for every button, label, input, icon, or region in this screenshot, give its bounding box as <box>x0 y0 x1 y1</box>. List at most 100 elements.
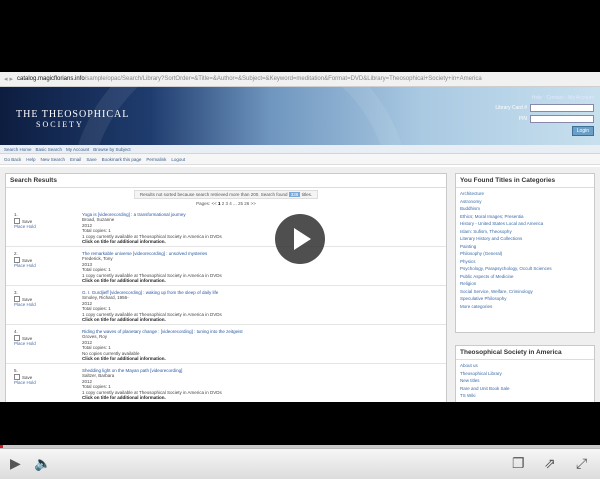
tab-basic-search[interactable]: Basic Search <box>36 147 63 152</box>
place-hold-link[interactable]: Place Hold <box>14 380 36 385</box>
results-notice: Results not sorted because search retrie… <box>134 190 318 199</box>
place-hold-link[interactable]: Place Hold <box>14 341 36 346</box>
category-link[interactable]: Philosophy (General) <box>460 250 590 258</box>
record-more: Click on title for additional informatio… <box>82 317 166 323</box>
save-label: Save <box>22 296 33 302</box>
category-link[interactable]: Psychology, Parapsychology, Occult Scien… <box>460 265 590 273</box>
help-link[interactable]: Help <box>26 157 35 162</box>
table-row: 2. Save Place Hold The remarkable univer… <box>6 247 446 286</box>
place-hold-link[interactable]: Place Hold <box>14 302 36 307</box>
fullscreen-icon[interactable]: ⤢ <box>576 455 587 471</box>
save-label: Save <box>22 374 33 380</box>
category-link[interactable]: Social Service, Welfare, Criminology <box>460 288 590 296</box>
pager-pages[interactable]: 2 3 4 ... 25 26 <box>222 201 250 206</box>
pager-next[interactable]: >> <box>251 201 256 206</box>
category-link[interactable]: Painting <box>460 243 590 251</box>
save-label: Save <box>22 218 33 224</box>
category-link[interactable]: Islam: Sufism, Theosophy <box>460 228 590 236</box>
place-hold-link[interactable]: Place Hold <box>14 263 36 268</box>
society-panel: Theosophical Society in America About us… <box>455 345 595 402</box>
categories-panel: You Found Titles in Categories Architect… <box>455 173 595 333</box>
category-link[interactable]: Literary History and Collections <box>460 235 590 243</box>
table-row: 3. Save Place Hold G. I. Gurdjieff [vide… <box>6 286 446 325</box>
category-link[interactable]: More categories <box>460 303 590 311</box>
place-hold-link[interactable]: Place Hold <box>14 224 36 229</box>
new-search-link[interactable]: New Search <box>41 157 66 162</box>
toolbar: Go Back Help New Search Email Save Bookm… <box>0 154 600 165</box>
society-list: About us Theosophical Library New titles… <box>456 360 594 402</box>
pin-input[interactable] <box>530 115 594 123</box>
login-button[interactable]: Login <box>571 126 594 136</box>
society-link[interactable]: Theosophical Library <box>460 370 590 378</box>
email-link[interactable]: Email <box>70 157 81 162</box>
url-host: catalog.magicflorians.info <box>16 76 85 82</box>
category-link[interactable]: History - United States Local and Americ… <box>460 220 590 228</box>
notice-text: Results not sorted because search retrie… <box>139 192 288 197</box>
category-link[interactable]: Astronomy <box>460 198 590 206</box>
save-link[interactable]: Save <box>86 157 96 162</box>
pager-current: 1 <box>217 201 221 206</box>
login-panel: Help · Contact · My Account Library Card… <box>495 95 594 139</box>
logo-line-1: THE THEOSOPHICAL <box>16 109 130 120</box>
play-overlay-icon[interactable] <box>275 214 325 264</box>
pin-label: PIN <box>518 116 527 122</box>
category-link[interactable]: Public Aspects of Medicine <box>460 273 590 281</box>
bookmark-link[interactable]: Bookmark this page <box>102 157 142 162</box>
category-link[interactable]: Ethics; Moral Images; Presentia <box>460 213 590 221</box>
categories-list: Architecture Astronomy Buddhism Ethics; … <box>456 188 594 312</box>
category-link[interactable]: Speculative Philosophy <box>460 295 590 303</box>
results-heading: Search Results <box>6 174 446 188</box>
back-arrow-icon[interactable]: ◂ ▸ <box>4 75 13 83</box>
table-row: 1. Save Place Hold Yoga is [videorecordi… <box>6 208 446 247</box>
notice-text-end: titles. <box>301 192 313 197</box>
header-links[interactable]: Help · Contact · My Account <box>495 95 594 101</box>
category-link[interactable]: Buddhism <box>460 205 590 213</box>
record-more: Click on title for additional informatio… <box>82 356 166 362</box>
go-back-link[interactable]: Go Back <box>4 157 21 162</box>
result-count: 338 <box>288 192 301 197</box>
society-link[interactable]: About us <box>460 362 590 370</box>
society-link[interactable]: TS Wiki <box>460 392 590 400</box>
pager-label: Pages: <box>196 201 211 206</box>
tab-browse-subject[interactable]: Browse by Subject <box>93 147 130 152</box>
save-label: Save <box>22 257 33 263</box>
logo-line-2: SOCIETY <box>36 120 84 129</box>
pager: Pages: << 1 2 3 4 ... 25 26 >> <box>6 201 446 206</box>
site-banner: THE THEOSOPHICAL SOCIETY Help · Contact … <box>0 87 600 145</box>
tab-search-home[interactable]: Search Home <box>4 147 32 152</box>
record-more: Click on title for additional informatio… <box>82 239 166 245</box>
logout-link[interactable]: Logout <box>171 157 185 162</box>
table-row: 4. Save Place Hold Riding the waves of p… <box>6 325 446 364</box>
category-link[interactable]: Religion <box>460 280 590 288</box>
window-icon[interactable]: ❐ <box>512 455 525 471</box>
address-bar[interactable]: ◂ ▸ catalog.magicflorians.info /sample/o… <box>0 72 600 87</box>
site-logo[interactable]: THE THEOSOPHICAL SOCIETY <box>16 109 129 129</box>
categories-heading: You Found Titles in Categories <box>456 174 594 188</box>
url-path: /sample/opac/Search/Library?SortOrder=&T… <box>84 76 482 82</box>
society-link[interactable]: Rare and Unit Book Sale <box>460 385 590 393</box>
record-number: 4. <box>14 329 18 334</box>
tab-my-account[interactable]: My Account <box>66 147 89 152</box>
pager-prev[interactable]: << <box>211 201 216 206</box>
table-row: 5. Save Place Hold Shedding light on the… <box>6 364 446 402</box>
play-icon[interactable]: ▶ <box>10 455 21 471</box>
society-heading: Theosophical Society in America <box>456 346 594 360</box>
main-nav: Search Home Basic Search My Account Brow… <box>0 145 600 154</box>
category-link[interactable]: Physics <box>460 258 590 266</box>
category-link[interactable]: Architecture <box>460 190 590 198</box>
results-list: 1. Save Place Hold Yoga is [videorecordi… <box>6 208 446 402</box>
card-label: Library Card # <box>495 105 527 111</box>
page-content: Search Results Results not sorted becaus… <box>0 167 600 402</box>
library-card-input[interactable] <box>530 104 594 112</box>
save-label: Save <box>22 335 33 341</box>
record-more: Click on title for additional informatio… <box>82 395 166 401</box>
record-number: 1. <box>14 212 18 217</box>
record-more: Click on title for additional informatio… <box>82 278 166 284</box>
permalink-link[interactable]: Permalink <box>146 157 166 162</box>
volume-icon[interactable]: 🔈 <box>34 455 51 471</box>
share-icon[interactable]: ⇗ <box>544 455 556 471</box>
record-number: 5. <box>14 368 18 373</box>
player-controls <box>0 448 600 479</box>
society-link[interactable]: New titles <box>460 377 590 385</box>
search-results-panel: Search Results Results not sorted becaus… <box>5 173 447 402</box>
